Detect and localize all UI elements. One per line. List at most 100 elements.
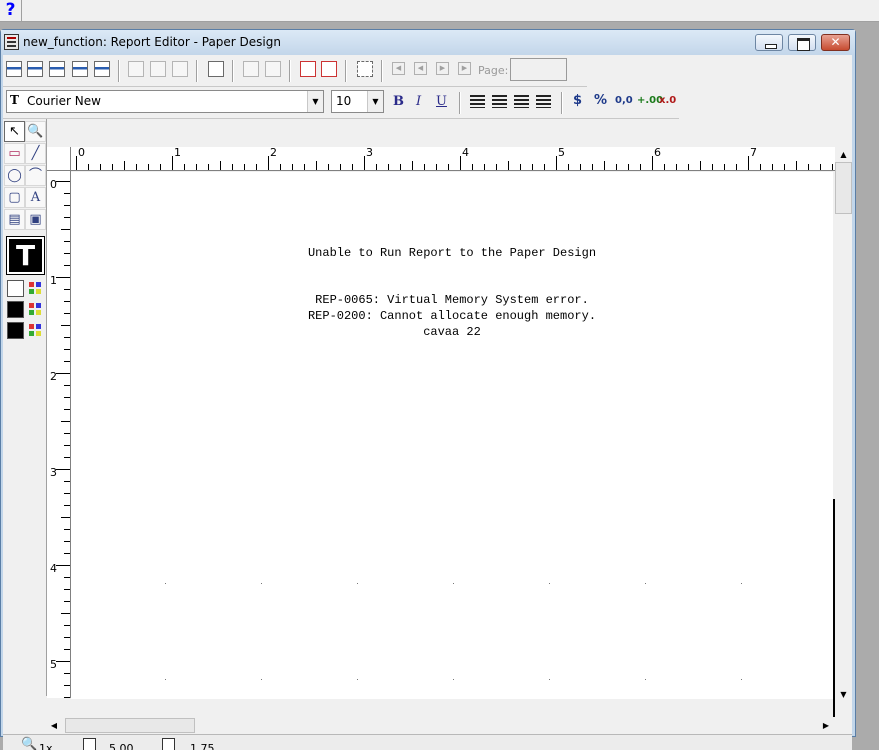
paper-design-canvas[interactable]: Unable to Run Report to the Paper Design… [71, 172, 833, 699]
fill-color-icon[interactable] [29, 282, 43, 296]
align-right-icon[interactable] [514, 95, 529, 108]
page-number-input[interactable] [510, 58, 567, 81]
italic-button[interactable]: I [416, 94, 421, 109]
ruler-tick [352, 164, 353, 170]
frame-tool-icon[interactable]: ▣ [25, 209, 46, 230]
align-left-objects-icon[interactable] [128, 61, 144, 77]
bold-button[interactable]: B [393, 94, 404, 109]
ruler-tick [460, 156, 461, 170]
previous-page-icon[interactable]: ◀ [414, 62, 427, 75]
indent-objects-icon[interactable] [150, 61, 166, 77]
fill-color-swatch[interactable] [7, 280, 24, 297]
line-color-icon[interactable] [29, 303, 43, 317]
group-icon[interactable] [243, 61, 259, 77]
ruler-tick [61, 325, 70, 326]
ruler-tick [64, 481, 70, 482]
ruler-tick [496, 164, 497, 170]
field-tool-icon[interactable]: ▤ [4, 209, 25, 230]
vertical-scroll-thumb[interactable] [835, 162, 852, 214]
paste-into-icon[interactable] [208, 61, 224, 77]
layout-model-icon[interactable] [27, 61, 43, 77]
currency-button[interactable]: $ [573, 93, 582, 108]
percent-button[interactable]: % [594, 93, 607, 108]
frame-select-icon[interactable] [300, 61, 316, 77]
chevron-down-icon[interactable]: ▼ [367, 91, 383, 112]
line-color-swatch[interactable] [7, 301, 24, 318]
ruler-corner [47, 147, 71, 171]
ruler-tick [64, 313, 70, 314]
select-parent-frame-icon[interactable] [357, 61, 373, 77]
magnify-tool-icon[interactable]: 🔍 [25, 121, 46, 142]
data-model-icon[interactable] [6, 61, 22, 77]
remove-decimal-button[interactable]: x.0 [659, 95, 676, 106]
select-tool-icon[interactable]: ↖ [4, 121, 25, 142]
preview-icon[interactable] [72, 61, 88, 77]
first-page-icon[interactable]: ◀ [392, 62, 405, 75]
ruler-tick [148, 164, 149, 170]
confine-mode-icon[interactable] [321, 61, 337, 77]
maximize-button[interactable] [788, 34, 816, 51]
scroll-right-icon[interactable]: ▶ [819, 718, 833, 733]
report-editor-icon [4, 34, 19, 50]
parameter-form-icon[interactable] [49, 61, 65, 77]
outdent-objects-icon[interactable] [172, 61, 188, 77]
ruler-tick [88, 164, 89, 170]
ungroup-icon[interactable] [265, 61, 281, 77]
last-page-icon[interactable]: ▶ [458, 62, 471, 75]
scroll-up-icon[interactable]: ▲ [835, 147, 852, 162]
commas-button[interactable]: 0,0 [615, 95, 633, 106]
ruler-tick [712, 164, 713, 170]
toolbar-separator [459, 92, 461, 114]
grid-dot [357, 583, 358, 584]
toolbar-separator [381, 60, 383, 82]
ruler-tick [232, 164, 233, 170]
next-page-icon[interactable]: ▶ [436, 62, 449, 75]
font-family-select[interactable]: T Courier New ▼ [6, 90, 324, 113]
scroll-down-icon[interactable]: ▼ [835, 687, 852, 702]
underline-button[interactable]: U [436, 94, 447, 109]
ruler-tick [724, 164, 725, 170]
ruler-number: 4 [462, 146, 469, 159]
grid-dot [549, 679, 550, 680]
chevron-down-icon[interactable]: ▼ [307, 91, 323, 112]
text-tool-icon[interactable]: A [25, 187, 46, 208]
close-button[interactable] [821, 34, 850, 51]
ruler-tick [56, 565, 70, 566]
arc-tool-icon[interactable]: ⌒ [25, 165, 46, 186]
ruler-tick [64, 193, 70, 194]
horizontal-scrollbar[interactable]: ◀ ▶ [47, 717, 835, 734]
text-color-swatch[interactable] [7, 322, 24, 339]
justify-icon[interactable] [536, 95, 551, 108]
ellipse-tool-icon[interactable]: ◯ [4, 165, 25, 186]
text-color-icon[interactable] [29, 324, 43, 338]
font-size-select[interactable]: 10 ▼ [331, 90, 384, 113]
ruler-tick [64, 433, 70, 434]
ruler-tick [544, 164, 545, 170]
ruler-tick [820, 164, 821, 170]
ruler-tick [64, 289, 70, 290]
scroll-left-icon[interactable]: ◀ [47, 718, 61, 733]
ruler-tick [364, 156, 365, 170]
rectangle-tool-icon[interactable]: ▭ [4, 143, 25, 164]
line-tool-icon[interactable]: ╱ [25, 143, 46, 164]
align-center-icon[interactable] [492, 95, 507, 108]
ruler-number: 5 [50, 658, 57, 671]
web-source-icon[interactable] [94, 61, 110, 77]
editor-client-area: ◀ ◀ ▶ ▶ Page: T Courier New ▼ 10 ▼ B I U [3, 55, 852, 750]
horizontal-position-icon [83, 738, 96, 750]
vertical-scrollbar[interactable]: ▲ ▼ [833, 147, 852, 739]
ruler-number: 1 [50, 274, 57, 287]
rounded-rectangle-tool-icon[interactable]: ▢ [4, 187, 25, 208]
grid-dot [453, 679, 454, 680]
horizontal-scroll-thumb[interactable] [65, 718, 195, 733]
grid-dot [261, 583, 262, 584]
ruler-tick [64, 601, 70, 602]
align-left-icon[interactable] [470, 95, 485, 108]
grid-dot [645, 679, 646, 680]
ruler-number: 0 [50, 178, 57, 191]
title-bar[interactable]: new_function: Report Editor - Paper Desi… [1, 30, 855, 55]
ruler-tick [112, 164, 113, 170]
minimize-button[interactable] [755, 34, 783, 51]
ruler-number: 4 [50, 562, 57, 575]
help-button[interactable]: ? [0, 0, 22, 22]
